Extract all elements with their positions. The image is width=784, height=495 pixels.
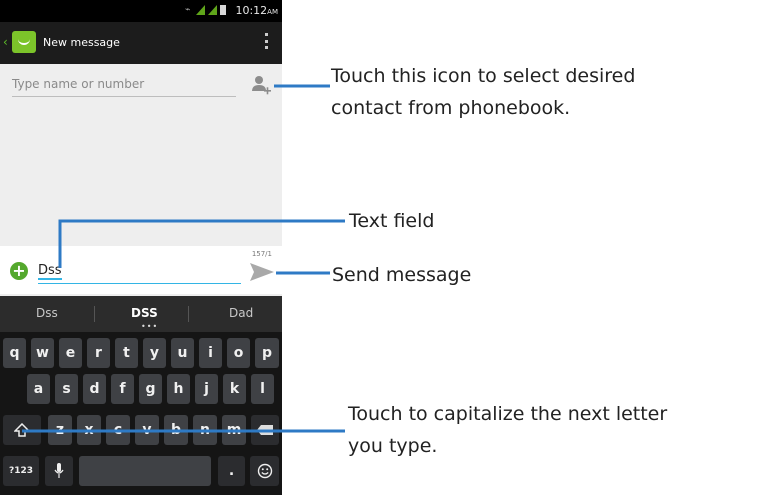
- annotation-contact-line1: Touch this icon to select desired: [331, 65, 636, 87]
- annotation-send: Send message: [332, 264, 472, 286]
- annotation-shift-line2: you type.: [348, 435, 438, 457]
- annotation-contact-line2: contact from phonebook.: [331, 97, 571, 119]
- annotation-shift: Touch to capitalize the next letter you …: [348, 398, 667, 462]
- annotation-shift-line1: Touch to capitalize the next letter: [348, 403, 668, 425]
- annotation-text-field: Text field: [349, 210, 435, 232]
- callout-textfield-line: [58, 219, 345, 268]
- annotation-contact: Touch this icon to select desired contac…: [331, 60, 635, 124]
